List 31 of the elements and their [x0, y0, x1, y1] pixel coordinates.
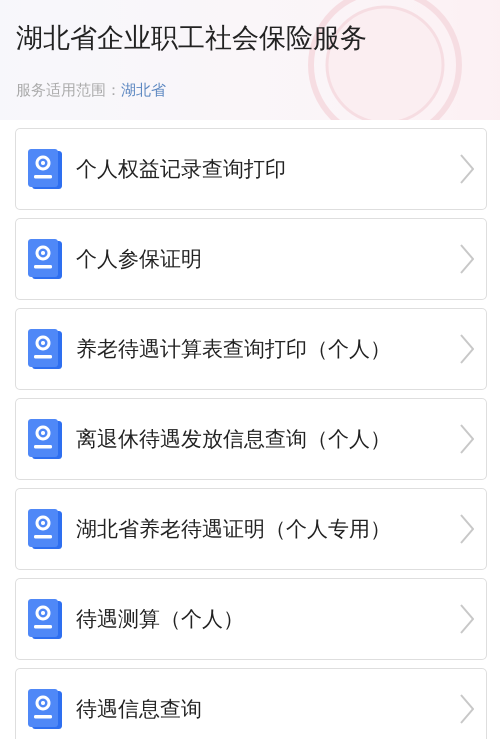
chevron-icon: [460, 424, 474, 454]
document-icon: [28, 509, 62, 549]
chevron-icon: [460, 334, 474, 364]
service-item[interactable]: 待遇信息查询: [15, 668, 487, 739]
page-title: 湖北省企业职工社会保险服务: [16, 22, 368, 56]
document-icon: [28, 239, 62, 279]
service-item[interactable]: 离退休待遇发放信息查询（个人）: [15, 398, 487, 480]
document-icon: [28, 149, 62, 189]
service-label: 湖北省养老待遇证明（个人专用）: [76, 516, 392, 543]
service-item[interactable]: 待遇测算（个人）: [15, 578, 487, 660]
service-label: 待遇测算（个人）: [76, 606, 245, 633]
service-label: 待遇信息查询: [76, 696, 203, 723]
chevron-icon: [460, 604, 474, 634]
service-item[interactable]: 个人参保证明: [15, 218, 487, 300]
document-icon: [28, 689, 62, 729]
service-item[interactable]: 个人权益记录查询打印: [15, 128, 487, 210]
service-item[interactable]: 湖北省养老待遇证明（个人专用）: [15, 488, 487, 570]
chevron-icon: [460, 244, 474, 274]
chevron-icon: [460, 694, 474, 724]
chevron-icon: [460, 154, 474, 184]
document-icon: [28, 329, 62, 369]
document-icon: [28, 419, 62, 459]
scope-value: 湖北省: [121, 81, 166, 99]
service-item[interactable]: 养老待遇计算表查询打印（个人）: [15, 308, 487, 390]
service-label: 离退休待遇发放信息查询（个人）: [76, 426, 392, 453]
document-icon: [28, 599, 62, 639]
chevron-icon: [460, 514, 474, 544]
service-label: 个人参保证明: [76, 246, 203, 273]
service-label: 养老待遇计算表查询打印（个人）: [76, 336, 392, 363]
scope-label: 服务适用范围：: [16, 81, 121, 99]
service-label: 个人权益记录查询打印: [76, 156, 287, 183]
